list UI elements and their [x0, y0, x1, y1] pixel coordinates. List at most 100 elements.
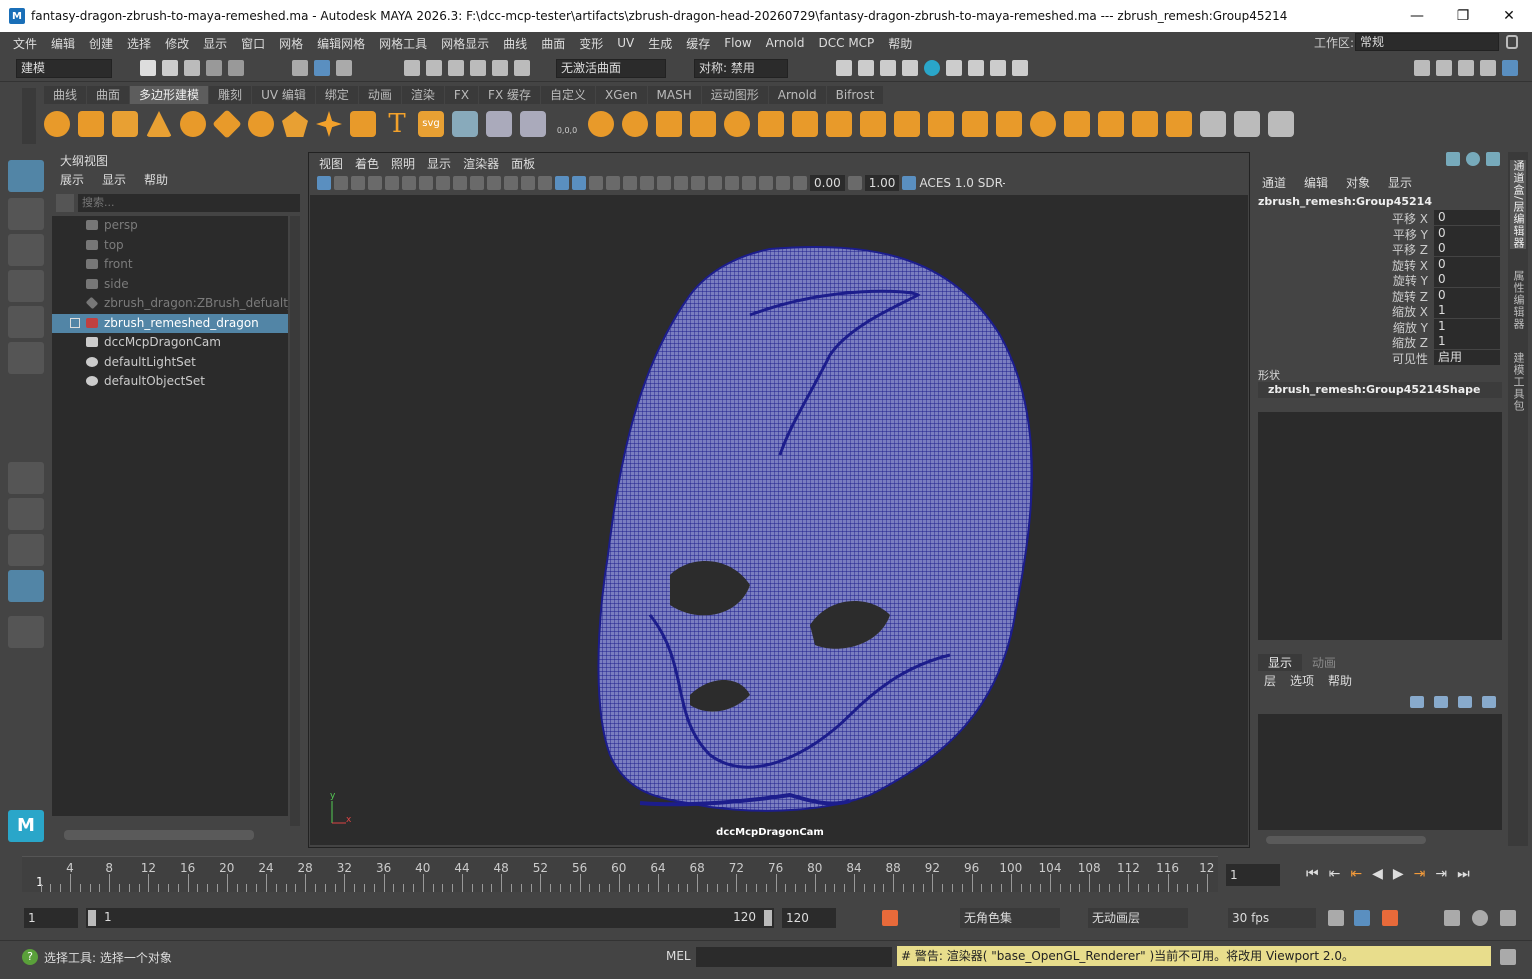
gate-mask-icon[interactable]	[470, 176, 484, 190]
boolean-icon[interactable]	[690, 111, 716, 137]
go-to-start-icon[interactable]: ⏮	[1306, 866, 1319, 882]
auto-key-icon[interactable]	[882, 910, 898, 926]
layer-tab-anim[interactable]: 动画	[1302, 654, 1346, 671]
channel-scale-z[interactable]: 缩放 Z1	[1256, 334, 1502, 350]
cache-playback-icon[interactable]	[1354, 910, 1370, 926]
step-back-frame-icon[interactable]: ⇤	[1329, 866, 1341, 882]
menu-modify[interactable]: 修改	[158, 35, 196, 52]
super-shape-icon[interactable]	[316, 111, 342, 137]
layer-scrollbar[interactable]	[1266, 836, 1426, 844]
channel-rotate-x[interactable]: 旋转 X0	[1256, 256, 1502, 273]
fill-hole-icon[interactable]	[826, 111, 852, 137]
snap-point-icon[interactable]	[448, 60, 464, 76]
poke-icon[interactable]	[1166, 111, 1192, 137]
lock-icon[interactable]	[1506, 35, 1518, 49]
range-start-handle[interactable]	[88, 910, 96, 926]
menu-mesh-display[interactable]: 网格显示	[434, 35, 496, 52]
outliner-item-top[interactable]: top	[52, 236, 288, 255]
channel-visibility[interactable]: 可见性 启用	[1256, 349, 1502, 366]
range-slider[interactable]: 1 120	[86, 908, 774, 928]
script-editor-icon[interactable]	[1500, 949, 1516, 965]
safe-action-icon[interactable]	[504, 176, 518, 190]
new-layer-selected-icon[interactable]	[1482, 696, 1496, 708]
menu-create[interactable]: 创建	[82, 35, 120, 52]
fps-select[interactable]: 30 fps	[1228, 908, 1316, 928]
script-language-label[interactable]: MEL	[666, 949, 691, 963]
shelf-tab-animation[interactable]: 动画	[358, 86, 401, 104]
isolate-select-icon[interactable]	[725, 176, 739, 190]
vp-menu-renderer[interactable]: 渲染器	[457, 155, 505, 172]
go-to-end-icon[interactable]: ⏭	[1457, 866, 1470, 882]
channel-filter-icon[interactable]	[1446, 152, 1460, 166]
vp-menu-view[interactable]: 视图	[313, 155, 349, 172]
svg-tool-icon[interactable]: svg	[418, 111, 444, 137]
append-poly-icon[interactable]	[928, 111, 954, 137]
poly-sphere-icon[interactable]	[44, 111, 70, 137]
menu-generate[interactable]: 生成	[641, 35, 679, 52]
loop-icon[interactable]	[1328, 910, 1344, 926]
menu-help[interactable]: 帮助	[881, 35, 919, 52]
layer-tab-display[interactable]: 显示	[1258, 654, 1303, 671]
outliner-horizontal-scrollbar[interactable]	[64, 830, 254, 840]
two-panes-layout-icon[interactable]	[8, 534, 44, 566]
select-tool-icon[interactable]	[8, 160, 44, 192]
paint-select-tool-icon[interactable]	[8, 234, 44, 266]
select-object-icon[interactable]	[314, 60, 330, 76]
channel-translate-x[interactable]: 平移 X0	[1256, 210, 1502, 226]
tab-attribute-editor[interactable]: 属性编辑器	[1510, 270, 1526, 330]
bookmark-icon[interactable]	[351, 176, 365, 190]
undo-icon[interactable]	[206, 60, 222, 76]
menu-mesh[interactable]: 网格	[272, 35, 310, 52]
move-tool-icon[interactable]	[8, 270, 44, 302]
shelf-tab-curves[interactable]: 曲线	[44, 86, 87, 104]
outliner-item-persp[interactable]: persp	[52, 216, 288, 235]
outliner-item-light-set[interactable]: defaultLightSet	[52, 353, 288, 372]
play-backwards-icon[interactable]: ◀	[1372, 866, 1383, 882]
default-material-icon[interactable]	[589, 176, 603, 190]
xray-icon[interactable]	[742, 176, 756, 190]
menu-edit[interactable]: 编辑	[44, 35, 82, 52]
shelf-tab-custom[interactable]: 自定义	[541, 86, 596, 104]
pause-icon[interactable]	[1012, 60, 1028, 76]
resolution-gate-icon[interactable]	[453, 176, 467, 190]
command-input[interactable]	[696, 947, 892, 967]
menu-mesh-tools[interactable]: 网格工具	[372, 35, 434, 52]
close-button[interactable]: ✕	[1486, 8, 1532, 24]
edit-edge-flow-icon[interactable]	[1268, 111, 1294, 137]
minimize-button[interactable]: —	[1394, 8, 1440, 24]
shelf-tab-rendering[interactable]: 渲染	[401, 86, 444, 104]
single-perspective-layout-icon[interactable]	[8, 462, 44, 494]
poly-cone-icon[interactable]	[146, 111, 172, 137]
xray-joints-icon[interactable]	[759, 176, 773, 190]
outliner-menu-display[interactable]: 显示	[102, 170, 126, 190]
character-controls-icon[interactable]	[1436, 60, 1452, 76]
tool-settings-toggle-icon[interactable]	[1480, 60, 1496, 76]
pivot-icon[interactable]	[486, 111, 512, 137]
shelf-tab-motion-graphics[interactable]: 运动图形	[701, 86, 768, 104]
select-camera-icon[interactable]	[317, 176, 331, 190]
freeze-transforms-icon[interactable]: 0,0,0	[554, 111, 580, 137]
anim-layer-select[interactable]: 无动画层	[1088, 908, 1188, 928]
menu-arnold[interactable]: Arnold	[759, 36, 812, 50]
render-view-icon[interactable]	[836, 60, 852, 76]
channel-scale-y[interactable]: 缩放 Y1	[1256, 318, 1502, 335]
channel-rotate-z[interactable]: 旋转 Z0	[1256, 287, 1502, 304]
shadows-icon[interactable]	[640, 176, 654, 190]
shelf-tab-surfaces[interactable]: 曲面	[87, 86, 130, 104]
select-hierarchy-icon[interactable]	[292, 60, 308, 76]
sound-icon[interactable]	[1444, 910, 1460, 926]
outliner-filter-icon[interactable]	[56, 194, 74, 212]
textured-icon[interactable]	[606, 176, 620, 190]
animation-preferences-icon[interactable]	[1472, 910, 1488, 926]
gamma-field[interactable]: 1.00	[864, 175, 900, 191]
rotate-tool-icon[interactable]	[8, 306, 44, 338]
tab-modeling-toolkit[interactable]: 建模工具包	[1510, 352, 1526, 412]
delete-history-icon[interactable]	[520, 111, 546, 137]
channel-box-toggle-icon[interactable]	[1502, 60, 1518, 76]
poly-torus-icon[interactable]	[180, 111, 206, 137]
shelf-tab-xgen[interactable]: XGen	[596, 86, 647, 104]
smooth-icon[interactable]	[656, 111, 682, 137]
play-forwards-icon[interactable]: ▶	[1393, 866, 1404, 882]
snap-grid-icon[interactable]	[404, 60, 420, 76]
poly-plane-icon[interactable]	[212, 109, 242, 139]
